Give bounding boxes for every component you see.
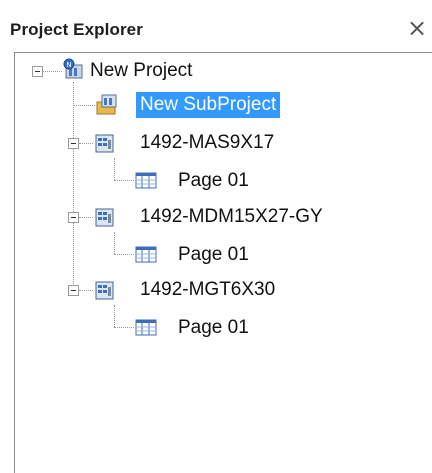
tree-node-device[interactable]: 1492-MAS9X17: [136, 128, 278, 158]
tree-line: [114, 158, 115, 180]
tree-line: [114, 232, 115, 254]
device-icon: [95, 208, 114, 227]
subproject-icon: [96, 94, 117, 115]
close-button[interactable]: ×: [404, 14, 428, 42]
tree-line: [79, 143, 93, 144]
tree-line: [79, 217, 93, 218]
tree-line: [114, 180, 134, 181]
tree-node-root[interactable]: New Project: [86, 56, 196, 86]
tree-line: [73, 105, 95, 106]
tree-node-label: New SubProject: [136, 92, 281, 118]
tree-node-label: New Project: [90, 60, 193, 81]
project-explorer-panel: Project Explorer × N New Project New Sub…: [0, 0, 432, 473]
tree-line: [114, 254, 134, 255]
tree-node-device[interactable]: 1492-MDM15X27-GY: [136, 202, 327, 232]
tree-line: [114, 305, 115, 327]
collapse-toggle[interactable]: [68, 285, 79, 296]
project-icon: N: [63, 58, 83, 79]
collapse-toggle[interactable]: [32, 66, 43, 77]
tree-node-label: 1492-MDM15X27-GY: [140, 206, 323, 227]
tree-node-label: Page 01: [178, 317, 249, 338]
tree-node-label: Page 01: [178, 244, 249, 265]
tree-line: [42, 71, 62, 72]
tree-node-page[interactable]: Page 01: [174, 166, 253, 196]
tree-node-label: 1492-MGT6X30: [140, 279, 276, 300]
tree-line: [79, 290, 93, 291]
device-icon: [95, 134, 114, 153]
tree-node-device[interactable]: 1492-MGT6X30: [136, 275, 279, 305]
page-icon: [135, 246, 157, 263]
page-icon: [135, 319, 157, 336]
collapse-toggle[interactable]: [68, 212, 79, 223]
page-icon: [135, 172, 157, 189]
device-icon: [95, 281, 114, 300]
tree-node-label: 1492-MAS9X17: [140, 132, 275, 153]
tree-line: [114, 327, 134, 328]
close-icon: ×: [407, 14, 428, 42]
panel-title: Project Explorer: [10, 20, 143, 39]
svg-text:N: N: [66, 61, 71, 69]
panel-header: Project Explorer ×: [0, 0, 432, 50]
tree-node-subproject[interactable]: New SubProject: [136, 90, 281, 120]
tree-node-label: Page 01: [178, 170, 249, 191]
tree-line: [73, 82, 74, 292]
tree-node-page[interactable]: Page 01: [174, 313, 253, 343]
collapse-toggle[interactable]: [68, 138, 79, 149]
tree-node-page[interactable]: Page 01: [174, 240, 253, 270]
